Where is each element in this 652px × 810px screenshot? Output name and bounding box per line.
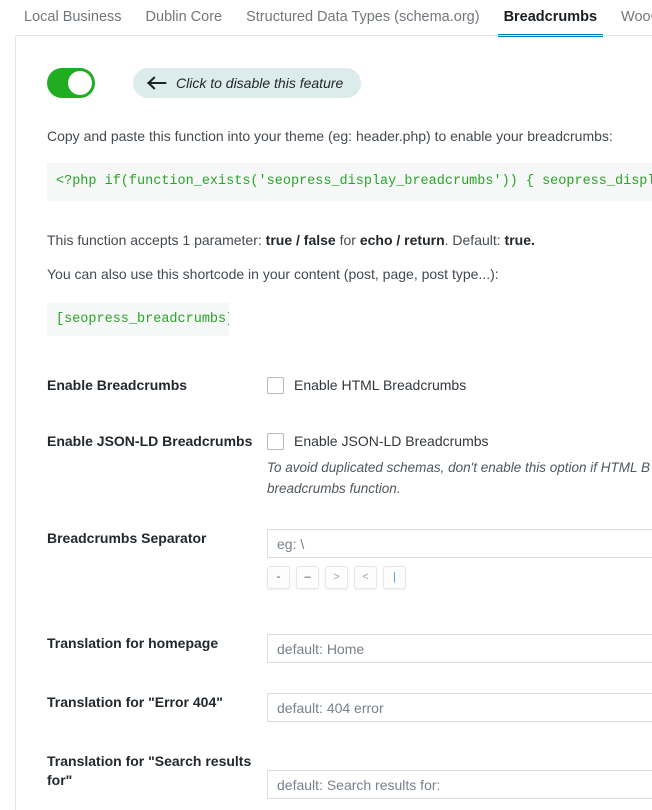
jsonld-helper-text: To avoid duplicated schemas, don't enabl… xyxy=(267,460,651,496)
php-snippet-text: <?php if(function_exists('seopress_displ… xyxy=(56,174,652,189)
setting-field: Enable HTML Breadcrumbs xyxy=(267,376,652,394)
parameter-text-1: This function accepts 1 parameter: xyxy=(47,232,266,248)
separator-button-less-than[interactable]: < xyxy=(354,566,377,589)
setting-field xyxy=(267,693,652,722)
tab-local-business[interactable]: Local Business xyxy=(16,0,134,36)
php-snippet-code-block[interactable]: <?php if(function_exists('seopress_displ… xyxy=(47,163,652,201)
translation-search-results-input[interactable] xyxy=(267,770,652,799)
checkbox-label: Enable JSON-LD Breadcrumbs xyxy=(294,433,489,449)
parameter-text-3: . Default: xyxy=(444,232,505,248)
tab-label: Structured Data Types (schema.org) xyxy=(246,9,480,25)
settings-tab-bar: Local Business Dublin Core Structured Da… xyxy=(0,0,652,37)
enable-html-breadcrumbs-checkbox-row[interactable]: Enable HTML Breadcrumbs xyxy=(267,376,652,394)
toggle-knob xyxy=(68,71,92,95)
tab-structured-data-types[interactable]: Structured Data Types (schema.org) xyxy=(234,0,491,36)
tab-bar-divider xyxy=(16,35,652,36)
parameter-bold-3: true. xyxy=(504,232,535,248)
tab-breadcrumbs[interactable]: Breadcrumbs xyxy=(492,0,609,37)
shortcode-text: [seopress_breadcrumbs] xyxy=(56,312,229,327)
setting-label: Translation for "Search results for" xyxy=(47,753,252,788)
tab-woocommerce[interactable]: WooCommerce xyxy=(609,0,652,36)
shortcode-code-block[interactable]: [seopress_breadcrumbs] xyxy=(47,303,229,336)
parameter-description: This function accepts 1 parameter: true … xyxy=(47,230,535,250)
tab-label: Breadcrumbs xyxy=(503,9,598,25)
parameter-text-2: for xyxy=(335,232,360,248)
copy-paste-instruction: Copy and paste this function into your t… xyxy=(47,128,613,144)
feature-toggle-hint-label: Click to disable this feature xyxy=(176,75,344,91)
setting-label: Translation for homepage xyxy=(47,635,219,651)
setting-label: Translation for "Error 404" xyxy=(47,694,223,710)
checkbox-label: Enable HTML Breadcrumbs xyxy=(294,377,467,393)
feature-toggle-row: Click to disable this feature xyxy=(47,68,362,98)
setting-label: Breadcrumbs Separator xyxy=(47,530,207,546)
setting-label: Enable JSON-LD Breadcrumbs xyxy=(47,433,253,449)
enable-html-breadcrumbs-checkbox[interactable] xyxy=(267,376,284,394)
separator-button-pipe[interactable]: | xyxy=(383,566,406,589)
setting-field xyxy=(267,770,652,799)
setting-field: Enable JSON-LD Breadcrumbs To avoid dupl… xyxy=(267,432,652,499)
parameter-bold-1: true / false xyxy=(265,232,336,248)
breadcrumbs-settings-page: Local Business Dublin Core Structured Da… xyxy=(0,0,652,810)
tab-label: Dublin Core xyxy=(145,9,223,25)
tab-dublin-core[interactable]: Dublin Core xyxy=(134,0,235,36)
left-divider xyxy=(15,36,16,810)
separator-preset-buttons: - – > < | xyxy=(267,566,652,589)
separator-input[interactable] xyxy=(267,529,652,558)
parameter-bold-2: echo / return xyxy=(359,232,445,248)
feature-toggle-hint: Click to disable this feature xyxy=(133,68,362,98)
setting-field xyxy=(267,634,652,663)
separator-button-greater-than[interactable]: > xyxy=(325,566,348,589)
feature-toggle-switch[interactable] xyxy=(47,68,95,98)
shortcode-instruction: You can also use this shortcode in your … xyxy=(47,266,499,282)
enable-jsonld-breadcrumbs-checkbox[interactable] xyxy=(267,432,284,450)
translation-error-404-input[interactable] xyxy=(267,693,652,722)
translation-homepage-input[interactable] xyxy=(267,634,652,663)
setting-label: Enable Breadcrumbs xyxy=(47,377,188,393)
setting-field: - – > < | xyxy=(267,529,652,589)
separator-button-endash[interactable]: – xyxy=(296,566,319,589)
arrow-left-icon xyxy=(147,76,167,90)
tab-label: WooCommerce xyxy=(621,9,652,25)
enable-jsonld-breadcrumbs-checkbox-row[interactable]: Enable JSON-LD Breadcrumbs xyxy=(267,432,652,450)
tab-label: Local Business xyxy=(24,9,122,25)
separator-button-hyphen[interactable]: - xyxy=(267,566,290,589)
